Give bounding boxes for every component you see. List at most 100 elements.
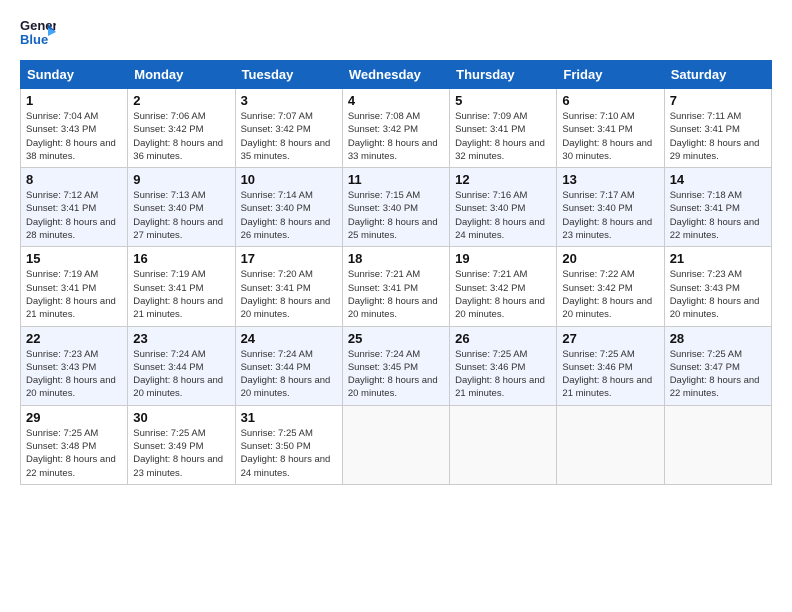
calendar-cell: 3Sunrise: 7:07 AMSunset: 3:42 PMDaylight… xyxy=(235,89,342,168)
day-number: 21 xyxy=(670,251,766,266)
day-number: 6 xyxy=(562,93,658,108)
calendar-cell: 12 Sunrise: 7:16 AMSunset: 3:40 PMDayligh… xyxy=(450,168,557,247)
day-number: 7 xyxy=(670,93,766,108)
dow-header-friday: Friday xyxy=(557,61,664,89)
calendar-cell: 31 Sunrise: 7:25 AMSunset: 3:50 PMDayligh… xyxy=(235,405,342,484)
calendar-cell xyxy=(342,405,449,484)
calendar-cell: 8Sunrise: 7:12 AMSunset: 3:41 PMDaylight… xyxy=(21,168,128,247)
calendar-cell: 14 Sunrise: 7:18 AMSunset: 3:41 PMDayligh… xyxy=(664,168,771,247)
calendar-cell: 26 Sunrise: 7:25 AMSunset: 3:46 PMDayligh… xyxy=(450,326,557,405)
calendar-cell: 20 Sunrise: 7:22 AMSunset: 3:42 PMDayligh… xyxy=(557,247,664,326)
calendar-cell: 15 Sunrise: 7:19 AMSunset: 3:41 PMDayligh… xyxy=(21,247,128,326)
day-number: 12 xyxy=(455,172,551,187)
calendar-cell: 13 Sunrise: 7:17 AMSunset: 3:40 PMDayligh… xyxy=(557,168,664,247)
day-number: 8 xyxy=(26,172,122,187)
day-number: 24 xyxy=(241,331,337,346)
calendar-table: SundayMondayTuesdayWednesdayThursdayFrid… xyxy=(20,60,772,485)
calendar-cell: 30 Sunrise: 7:25 AMSunset: 3:49 PMDayligh… xyxy=(128,405,235,484)
day-number: 2 xyxy=(133,93,229,108)
day-info: Sunrise: 7:16 AMSunset: 3:40 PMDaylight:… xyxy=(455,189,551,242)
day-info: Sunrise: 7:24 AMSunset: 3:44 PMDaylight:… xyxy=(133,348,229,401)
calendar-cell: 2 Sunrise: 7:06 AMSunset: 3:42 PMDaylight… xyxy=(128,89,235,168)
dow-header-thursday: Thursday xyxy=(450,61,557,89)
dow-header-tuesday: Tuesday xyxy=(235,61,342,89)
day-number: 16 xyxy=(133,251,229,266)
day-info: Sunrise: 7:06 AMSunset: 3:42 PMDaylight:… xyxy=(133,110,229,163)
day-info: Sunrise: 7:08 AMSunset: 3:42 PMDaylight:… xyxy=(348,110,444,163)
day-info: Sunrise: 7:25 AMSunset: 3:46 PMDaylight:… xyxy=(455,348,551,401)
day-info: Sunrise: 7:23 AMSunset: 3:43 PMDaylight:… xyxy=(670,268,766,321)
day-number: 15 xyxy=(26,251,122,266)
day-number: 9 xyxy=(133,172,229,187)
calendar-cell: 7Sunrise: 7:11 AMSunset: 3:41 PMDaylight… xyxy=(664,89,771,168)
day-number: 29 xyxy=(26,410,122,425)
logo: General Blue xyxy=(20,16,56,52)
day-number: 4 xyxy=(348,93,444,108)
day-info: Sunrise: 7:04 AMSunset: 3:43 PMDaylight:… xyxy=(26,110,122,163)
calendar-cell: 17 Sunrise: 7:20 AMSunset: 3:41 PMDayligh… xyxy=(235,247,342,326)
day-info: Sunrise: 7:25 AMSunset: 3:46 PMDaylight:… xyxy=(562,348,658,401)
day-number: 10 xyxy=(241,172,337,187)
calendar-cell: 27Sunrise: 7:25 AMSunset: 3:46 PMDayligh… xyxy=(557,326,664,405)
day-info: Sunrise: 7:25 AMSunset: 3:49 PMDaylight:… xyxy=(133,427,229,480)
calendar-cell: 18 Sunrise: 7:21 AMSunset: 3:41 PMDayligh… xyxy=(342,247,449,326)
calendar-cell: 4 Sunrise: 7:08 AMSunset: 3:42 PMDaylight… xyxy=(342,89,449,168)
page-header: General Blue xyxy=(20,16,772,52)
day-info: Sunrise: 7:18 AMSunset: 3:41 PMDaylight:… xyxy=(670,189,766,242)
calendar-cell: 19 Sunrise: 7:21 AMSunset: 3:42 PMDayligh… xyxy=(450,247,557,326)
day-info: Sunrise: 7:09 AMSunset: 3:41 PMDaylight:… xyxy=(455,110,551,163)
calendar-cell: 25Sunrise: 7:24 AMSunset: 3:45 PMDayligh… xyxy=(342,326,449,405)
svg-text:Blue: Blue xyxy=(20,32,48,47)
calendar-cell: 11Sunrise: 7:15 AMSunset: 3:40 PMDayligh… xyxy=(342,168,449,247)
day-number: 20 xyxy=(562,251,658,266)
calendar-cell: 5 Sunrise: 7:09 AMSunset: 3:41 PMDaylight… xyxy=(450,89,557,168)
day-number: 22 xyxy=(26,331,122,346)
calendar-cell: 10 Sunrise: 7:14 AMSunset: 3:40 PMDayligh… xyxy=(235,168,342,247)
day-info: Sunrise: 7:25 AMSunset: 3:50 PMDaylight:… xyxy=(241,427,337,480)
day-info: Sunrise: 7:24 AMSunset: 3:45 PMDaylight:… xyxy=(348,348,444,401)
day-info: Sunrise: 7:23 AMSunset: 3:43 PMDaylight:… xyxy=(26,348,122,401)
day-info: Sunrise: 7:21 AMSunset: 3:41 PMDaylight:… xyxy=(348,268,444,321)
calendar-cell: 23 Sunrise: 7:24 AMSunset: 3:44 PMDayligh… xyxy=(128,326,235,405)
calendar-cell: 29 Sunrise: 7:25 AMSunset: 3:48 PMDayligh… xyxy=(21,405,128,484)
day-info: Sunrise: 7:13 AMSunset: 3:40 PMDaylight:… xyxy=(133,189,229,242)
logo-icon: General Blue xyxy=(20,16,56,52)
day-number: 1 xyxy=(26,93,122,108)
dow-header-sunday: Sunday xyxy=(21,61,128,89)
day-info: Sunrise: 7:07 AMSunset: 3:42 PMDaylight:… xyxy=(241,110,337,163)
calendar-cell xyxy=(557,405,664,484)
calendar-cell: 28 Sunrise: 7:25 AMSunset: 3:47 PMDayligh… xyxy=(664,326,771,405)
day-info: Sunrise: 7:19 AMSunset: 3:41 PMDaylight:… xyxy=(26,268,122,321)
day-info: Sunrise: 7:21 AMSunset: 3:42 PMDaylight:… xyxy=(455,268,551,321)
day-number: 5 xyxy=(455,93,551,108)
day-info: Sunrise: 7:25 AMSunset: 3:48 PMDaylight:… xyxy=(26,427,122,480)
dow-header-saturday: Saturday xyxy=(664,61,771,89)
day-number: 19 xyxy=(455,251,551,266)
day-number: 23 xyxy=(133,331,229,346)
calendar-cell xyxy=(450,405,557,484)
day-info: Sunrise: 7:25 AMSunset: 3:47 PMDaylight:… xyxy=(670,348,766,401)
day-number: 30 xyxy=(133,410,229,425)
calendar-cell: 21 Sunrise: 7:23 AMSunset: 3:43 PMDayligh… xyxy=(664,247,771,326)
day-info: Sunrise: 7:14 AMSunset: 3:40 PMDaylight:… xyxy=(241,189,337,242)
calendar-cell: 9 Sunrise: 7:13 AMSunset: 3:40 PMDaylight… xyxy=(128,168,235,247)
calendar-cell: 24 Sunrise: 7:24 AMSunset: 3:44 PMDayligh… xyxy=(235,326,342,405)
day-info: Sunrise: 7:19 AMSunset: 3:41 PMDaylight:… xyxy=(133,268,229,321)
calendar-cell xyxy=(664,405,771,484)
day-number: 11 xyxy=(348,172,444,187)
day-info: Sunrise: 7:10 AMSunset: 3:41 PMDaylight:… xyxy=(562,110,658,163)
day-number: 28 xyxy=(670,331,766,346)
dow-header-wednesday: Wednesday xyxy=(342,61,449,89)
day-info: Sunrise: 7:24 AMSunset: 3:44 PMDaylight:… xyxy=(241,348,337,401)
day-number: 17 xyxy=(241,251,337,266)
calendar-cell: 1 Sunrise: 7:04 AMSunset: 3:43 PMDaylight… xyxy=(21,89,128,168)
day-number: 18 xyxy=(348,251,444,266)
day-info: Sunrise: 7:22 AMSunset: 3:42 PMDaylight:… xyxy=(562,268,658,321)
day-number: 26 xyxy=(455,331,551,346)
day-number: 14 xyxy=(670,172,766,187)
day-number: 31 xyxy=(241,410,337,425)
calendar-cell: 22 Sunrise: 7:23 AMSunset: 3:43 PMDayligh… xyxy=(21,326,128,405)
day-info: Sunrise: 7:17 AMSunset: 3:40 PMDaylight:… xyxy=(562,189,658,242)
day-info: Sunrise: 7:20 AMSunset: 3:41 PMDaylight:… xyxy=(241,268,337,321)
day-number: 13 xyxy=(562,172,658,187)
